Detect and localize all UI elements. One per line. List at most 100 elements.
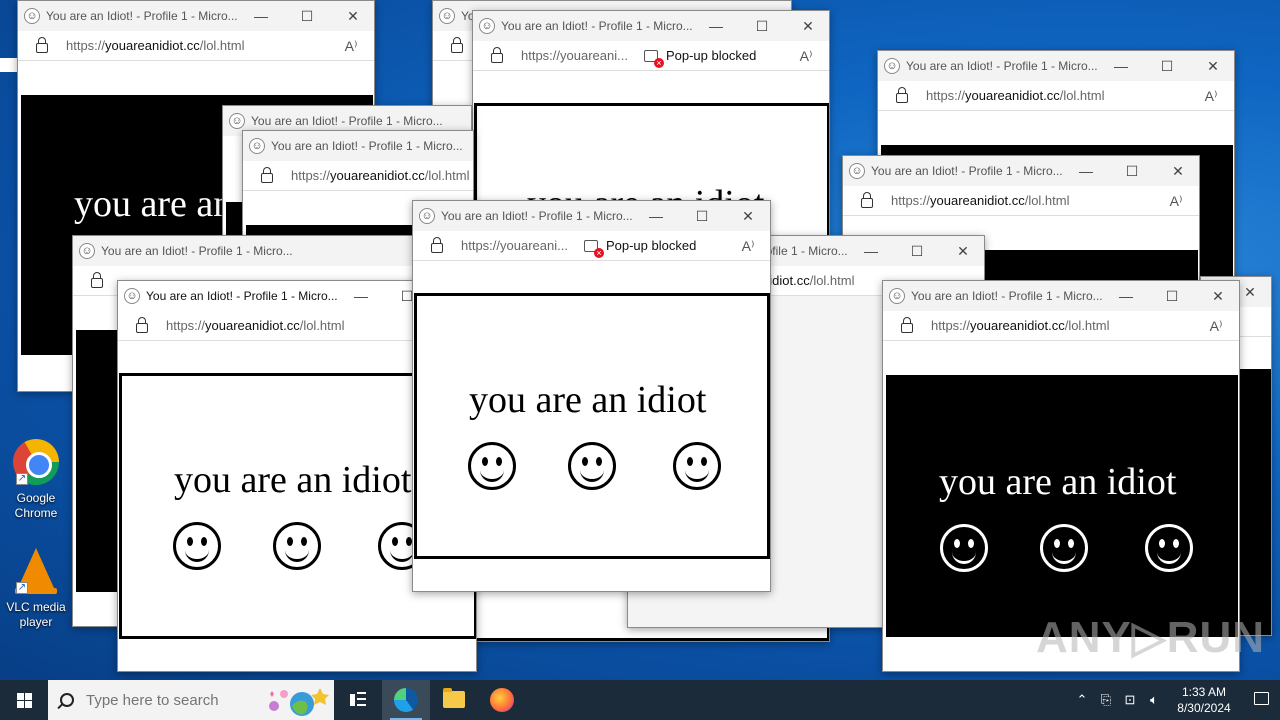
popup-blocked-indicator[interactable]: Pop-up blocked [583, 238, 697, 258]
chevron-up-icon[interactable]: ⌃ [1070, 692, 1094, 708]
close-button[interactable]: ✕ [1190, 51, 1234, 81]
address-bar[interactable]: https://youareanidiot.cc/lol.html A⁾ [878, 81, 1234, 111]
window-title: You are an Idiot! - Profile 1 - Micro... [906, 59, 1098, 73]
address-bar[interactable]: https://youareani... Pop-up blocked A⁾ [473, 41, 829, 71]
popup-blocked-label: Pop-up blocked [605, 238, 697, 253]
url-text[interactable]: https://youareanidiot.cc/lol.html [166, 318, 345, 333]
minimize-button[interactable]: — [1103, 281, 1149, 311]
window-title: You are an Idiot! - Profile 1 - Micro... [501, 19, 693, 33]
lock-icon [491, 46, 503, 63]
popup-blocked-label: Pop-up blocked [665, 48, 757, 63]
desktop-icon-google-chrome[interactable]: ↗ Google Chrome [0, 438, 72, 521]
lock-icon [901, 316, 913, 333]
taskbar-search[interactable] [48, 680, 334, 720]
close-button[interactable]: ✕ [330, 1, 374, 31]
title-bar[interactable]: ☺ You are an Idiot! - Profile 1 - Micro.… [883, 281, 1239, 311]
file-explorer-icon [443, 688, 465, 708]
minimize-button[interactable]: — [1063, 156, 1109, 186]
minimize-button[interactable]: — [848, 236, 894, 266]
url-text[interactable]: https://youareani... [521, 48, 628, 63]
close-button[interactable]: ✕ [725, 201, 770, 231]
url-text[interactable]: https://youareani... [461, 238, 568, 253]
close-button[interactable]: ✕ [1155, 156, 1199, 186]
title-bar[interactable]: ☺ You are an Idiot! - Profile 1 - Micro.… [878, 51, 1234, 81]
search-icon [60, 693, 74, 707]
maximize-button[interactable]: ☐ [1149, 281, 1195, 311]
title-bar[interactable]: ☺ You are an Idiot! - Profile 1 - Micro.… [473, 11, 829, 41]
read-aloud-icon[interactable]: A⁾ [1201, 311, 1231, 340]
window-title: You are an Idiot! - Profile 1 - Micro... [46, 9, 238, 23]
close-button[interactable]: ✕ [940, 236, 984, 266]
meet-now-icon[interactable]: ⎘ [1094, 692, 1118, 708]
clock[interactable]: 1:33 AM 8/30/2024 [1166, 684, 1242, 716]
close-button[interactable]: ✕ [785, 11, 829, 41]
chrome-icon: ↗ [12, 439, 60, 487]
popup-blocked-icon [643, 49, 664, 68]
read-aloud-icon[interactable]: A⁾ [791, 41, 821, 70]
popup-blocked-icon [583, 239, 604, 258]
task-view-button[interactable] [334, 680, 382, 720]
smiley-favicon-icon: ☺ [229, 113, 245, 129]
title-bar[interactable]: ☺ You are an Idiot! - Profile 1 - Micro.… [843, 156, 1199, 186]
taskbar-edge-button[interactable] [382, 680, 430, 720]
maximize-button[interactable]: ☐ [1109, 156, 1155, 186]
read-aloud-icon[interactable]: A⁾ [1161, 186, 1191, 215]
desktop-icon-vlc[interactable]: ↗ VLC media player [0, 546, 72, 630]
taskbar-firefox-button[interactable] [478, 680, 526, 720]
address-bar[interactable]: https://youareanidiot.cc/lol.html A⁾ [18, 31, 374, 61]
url-text[interactable]: https://youareanidiot.cc/lol.html [891, 193, 1070, 208]
lock-icon [91, 271, 103, 288]
volume-icon[interactable]: 🔈︎ [1142, 692, 1166, 708]
url-text[interactable]: https://youareanidiot.cc/lol.html [931, 318, 1110, 333]
firefox-icon [490, 688, 514, 712]
taskbar-file-explorer-button[interactable] [430, 680, 478, 720]
minimize-button[interactable]: — [693, 11, 739, 41]
smiley-favicon-icon: ☺ [24, 8, 40, 24]
task-view-icon [350, 692, 366, 708]
maximize-button[interactable]: ☐ [1144, 51, 1190, 81]
maximize-button[interactable]: ☐ [739, 11, 785, 41]
clock-date: 8/30/2024 [1177, 701, 1231, 715]
smiley-favicon-icon: ☺ [849, 163, 865, 179]
address-bar[interactable]: https://youareanidiot.cc/lol.html A⁾ [883, 311, 1239, 341]
maximize-button[interactable]: ☐ [284, 1, 330, 31]
start-button[interactable] [0, 680, 48, 720]
anyrun-watermark: ANY▷RUN [1036, 613, 1266, 662]
network-icon[interactable]: ⊡ [1118, 692, 1142, 708]
idiot-panel: you are an idiot [414, 293, 770, 559]
address-bar[interactable]: https://youareanidiot.cc/lol.html A⁾ [843, 186, 1199, 216]
search-input[interactable] [86, 691, 266, 709]
smiley-favicon-icon: ☺ [124, 288, 140, 304]
browser-window[interactable]: ☺ You are an Idiot! - Profile 1 - Micro.… [412, 200, 771, 592]
url-text[interactable]: https://youareanidiot.cc/lol.html [291, 168, 470, 183]
minimize-button[interactable]: — [238, 1, 284, 31]
notification-center-button[interactable] [1242, 680, 1280, 720]
popup-blocked-indicator[interactable]: Pop-up blocked [643, 48, 757, 68]
title-bar[interactable]: ☺ You are an Idiot! - Profile 1 - Micro.… [73, 236, 431, 266]
page-content: you are an idiot [413, 261, 770, 591]
url-text[interactable]: https://youareanidiot.cc/lol.html [926, 88, 1105, 103]
idiot-message: you are an idiot [174, 459, 412, 501]
read-aloud-icon[interactable]: A⁾ [1196, 81, 1226, 110]
notification-icon [1254, 692, 1269, 705]
close-button[interactable]: ✕ [1195, 281, 1239, 311]
minimize-button[interactable]: — [633, 201, 679, 231]
minimize-button[interactable]: — [1098, 51, 1144, 81]
maximize-button[interactable]: ☐ [679, 201, 725, 231]
smiley-face-icon [940, 524, 988, 572]
smiley-face-icon [568, 442, 616, 490]
minimize-button[interactable]: — [338, 281, 384, 311]
maximize-button[interactable]: ☐ [894, 236, 940, 266]
read-aloud-icon[interactable]: A⁾ [733, 231, 763, 260]
title-bar[interactable]: ☺ You are an Idiot! - Profile 1 - Micro.… [413, 201, 770, 231]
lock-icon [896, 86, 908, 103]
url-text[interactable]: https://youareanidiot.cc/lol.html [66, 38, 245, 53]
window-title: You are an Idiot! - Profile 1 - Micro... [911, 289, 1103, 303]
title-bar[interactable]: ☺ You are an Idiot! - Profile 1 - Micro.… [243, 131, 473, 161]
smiley-face-icon [673, 442, 721, 490]
address-bar[interactable]: https://youareani... Pop-up blocked A⁾ [413, 231, 770, 261]
read-aloud-icon[interactable]: A⁾ [336, 31, 366, 60]
address-bar[interactable]: https://youareanidiot.cc/lol.html [243, 161, 473, 191]
title-bar[interactable]: ☺ You are an Idiot! - Profile 1 - Micro.… [18, 1, 374, 31]
smiley-favicon-icon: ☺ [79, 243, 95, 259]
